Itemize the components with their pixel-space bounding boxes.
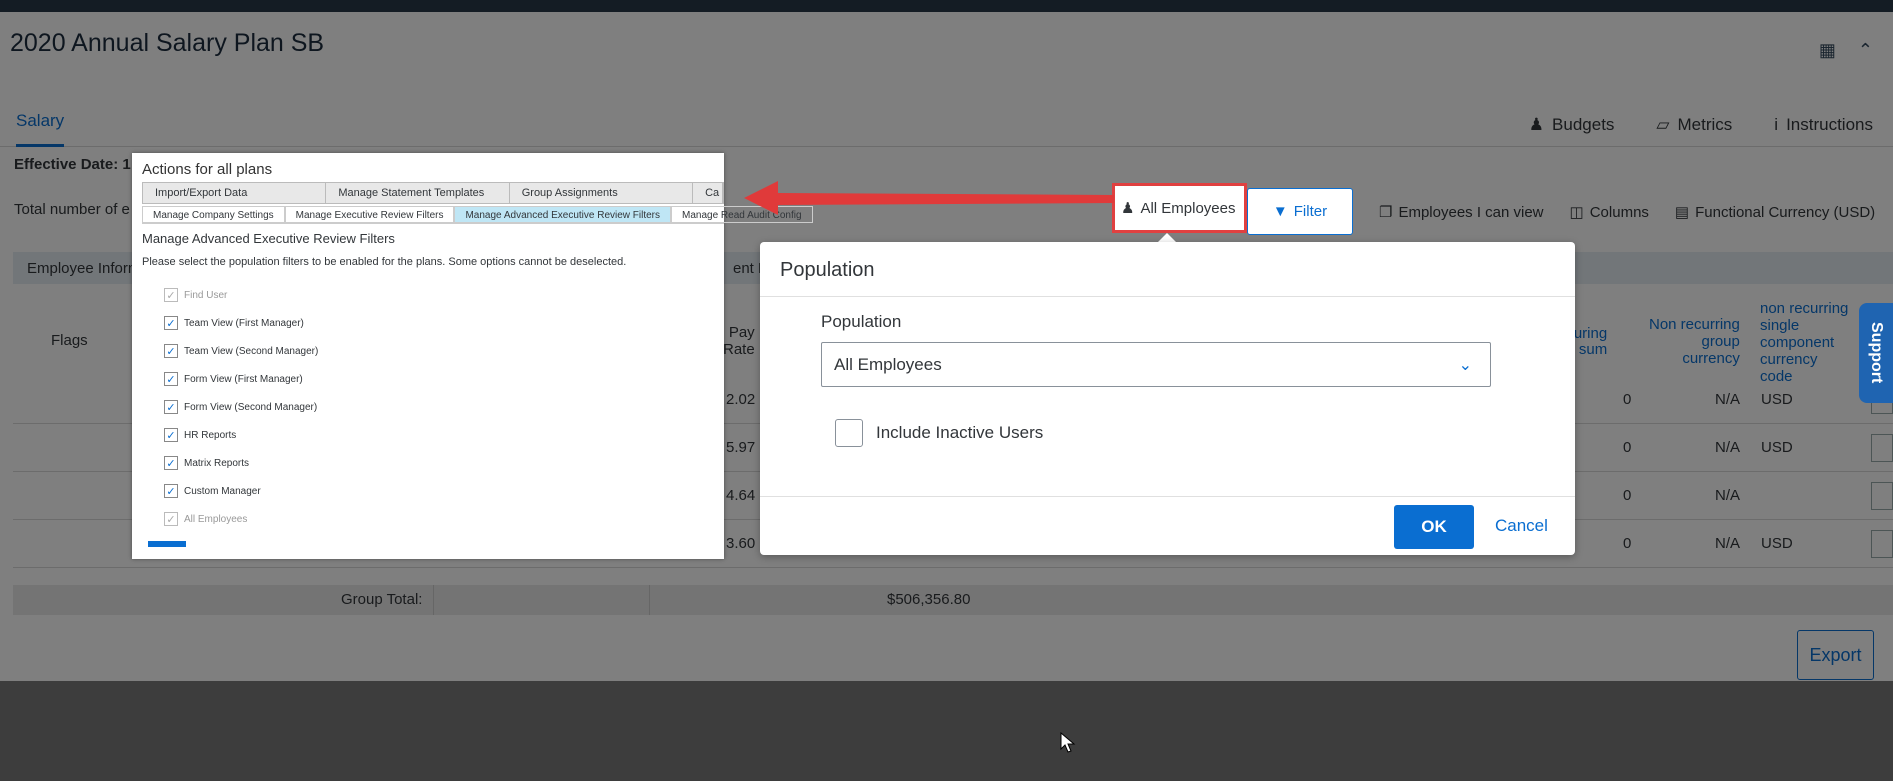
list-item[interactable]: ✓ Team View (First Manager) [164, 309, 318, 337]
list-item[interactable]: ✓ Team View (Second Manager) [164, 337, 318, 365]
checkbox[interactable]: ✓ [164, 372, 178, 386]
inset-filter-list: ✓ Find User ✓ Team View (First Manager) ✓ T… [164, 281, 318, 533]
include-inactive-checkbox[interactable] [835, 419, 863, 447]
inset-heading: Manage Advanced Executive Review Filters [142, 231, 395, 246]
item-label: Custom Manager [184, 485, 261, 497]
checkbox[interactable]: ✓ [164, 428, 178, 442]
checkbox: ✓ [164, 512, 178, 526]
population-selected-value: All Employees [834, 354, 942, 374]
inset-tab[interactable]: Group Assignments [510, 183, 694, 203]
item-label: Team View (Second Manager) [184, 345, 319, 357]
filter-funnel-icon: ▼ [1272, 203, 1288, 220]
dialog-footer-divider [760, 496, 1575, 497]
item-label: Form View (Second Manager) [184, 401, 318, 413]
include-inactive-label[interactable]: Include Inactive Users [876, 423, 1043, 443]
inset-secondary-tabs: Manage Company Settings Manage Executive… [142, 206, 813, 224]
item-label: Matrix Reports [184, 457, 250, 469]
filter-label: Filter [1293, 203, 1328, 220]
people-group-icon: ♟ [1121, 200, 1135, 217]
ok-button[interactable]: OK [1394, 505, 1474, 549]
inset-tab[interactable]: Ca [693, 183, 723, 203]
inset-tab[interactable]: Import/Export Data [143, 183, 327, 203]
checkbox[interactable]: ✓ [164, 456, 178, 470]
all-employees-button[interactable]: ♟ All Employees [1112, 183, 1247, 233]
item-label: HR Reports [184, 429, 237, 441]
support-tab[interactable]: Support [1859, 303, 1893, 403]
checkbox[interactable]: ✓ [164, 344, 178, 358]
list-item[interactable]: ✓ Matrix Reports [164, 449, 318, 477]
checkbox: ✓ [164, 288, 178, 302]
list-item[interactable]: ✓ HR Reports [164, 421, 318, 449]
list-item: ✓ All Employees [164, 505, 318, 533]
dialog-divider [760, 296, 1575, 297]
dialog-title: Population [780, 259, 875, 281]
population-field-label: Population [821, 312, 902, 331]
mouse-cursor-icon [1060, 732, 1076, 753]
item-label: Form View (First Manager) [184, 373, 303, 385]
red-arrow-callout [744, 181, 1114, 215]
population-dialog: Population Population All Employees ⌄ In… [760, 242, 1575, 555]
inset-subtab-active[interactable]: Manage Advanced Executive Review Filters [454, 206, 672, 223]
list-item[interactable]: ✓ Custom Manager [164, 477, 318, 505]
inset-save-button[interactable] [148, 541, 186, 547]
chevron-down-icon: ⌄ [1458, 357, 1472, 374]
cancel-button[interactable]: Cancel [1495, 516, 1548, 536]
inset-tab[interactable]: Manage Statement Templates [326, 183, 510, 203]
inset-subtab[interactable]: Manage Company Settings [142, 206, 285, 223]
checkbox[interactable]: ✓ [164, 400, 178, 414]
population-select[interactable]: All Employees ⌄ [821, 342, 1491, 387]
admin-screenshot-inset: Actions for all plans Import/Export Data… [132, 153, 813, 559]
item-label: Team View (First Manager) [184, 317, 304, 329]
checkbox[interactable]: ✓ [164, 316, 178, 330]
all-employees-label: All Employees [1140, 199, 1236, 217]
list-item[interactable]: ✓ Form View (Second Manager) [164, 393, 318, 421]
inset-title: Actions for all plans [142, 161, 273, 178]
list-item: ✓ Find User [164, 281, 318, 309]
list-item[interactable]: ✓ Form View (First Manager) [164, 365, 318, 393]
inset-subtab[interactable]: Manage Executive Review Filters [284, 206, 455, 223]
filter-button[interactable]: ▼ Filter [1247, 188, 1353, 235]
inset-description: Please select the population filters to … [142, 256, 627, 268]
item-label: Find User [184, 289, 228, 301]
inset-primary-tabs: Import/Export Data Manage Statement Temp… [142, 182, 724, 204]
checkbox[interactable]: ✓ [164, 484, 178, 498]
arrow-shape [744, 181, 1114, 215]
item-label: All Employees [184, 513, 248, 525]
